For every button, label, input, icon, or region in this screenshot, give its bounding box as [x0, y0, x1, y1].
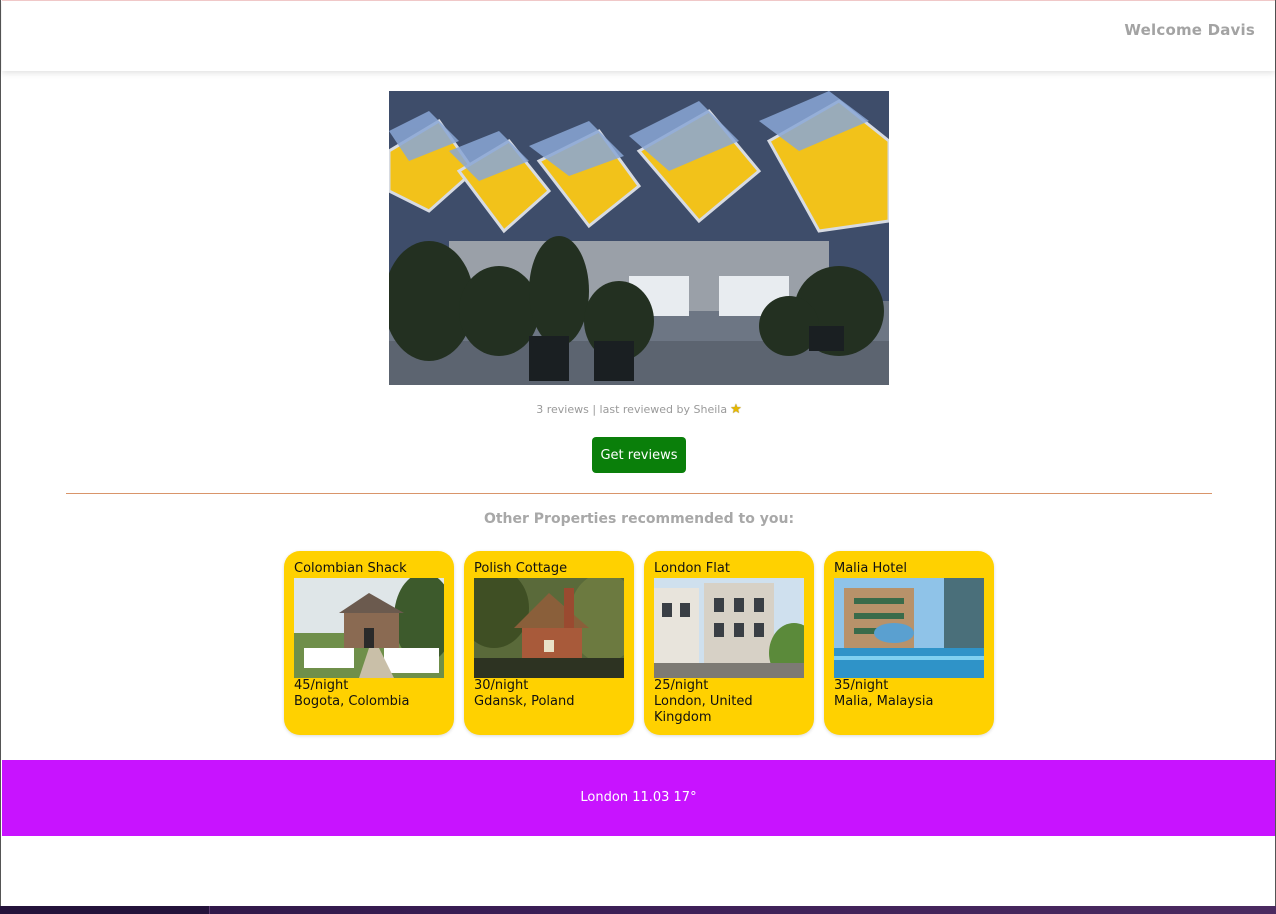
property-card-colombian-shack[interactable]: Colombian Shack 45/night Bogota, Colombi…: [284, 551, 454, 735]
star-icon: ★: [730, 402, 742, 417]
recommendation-cards: Colombian Shack 45/night Bogota, Colombi…: [284, 551, 994, 735]
property-card-price: 45/night: [294, 678, 349, 693]
taskbar-start-area[interactable]: [0, 906, 210, 914]
reviews-summary: 3 reviews | last reviewed by Sheila ★: [1, 402, 1276, 417]
property-hero-image: [389, 91, 889, 385]
property-card-price: 25/night: [654, 678, 709, 693]
property-card-name: London Flat: [654, 561, 730, 576]
weather-footer: London 11.03 17°: [2, 760, 1275, 836]
property-thumbnail: [834, 578, 984, 678]
os-taskbar: [0, 906, 1276, 914]
property-card-location: Malia, Malaysia: [834, 694, 934, 709]
property-card-price: 35/night: [834, 678, 889, 693]
property-card-name: Colombian Shack: [294, 561, 407, 576]
property-card-location: Gdansk, Poland: [474, 694, 575, 709]
reviews-summary-text: 3 reviews | last reviewed by Sheila: [536, 403, 728, 416]
property-card-polish-cottage[interactable]: Polish Cottage 30/night Gdansk, Poland: [464, 551, 634, 735]
welcome-message: Welcome Davis: [1124, 21, 1255, 39]
property-card-malia-hotel[interactable]: Malia Hotel 35/night Malia, Malaysia: [824, 551, 994, 735]
get-reviews-button[interactable]: Get reviews: [592, 437, 686, 473]
property-card-location: Bogota, Colombia: [294, 694, 410, 709]
property-card-price: 30/night: [474, 678, 529, 693]
property-card-london-flat[interactable]: London Flat 25/night London, United King: [644, 551, 814, 735]
property-thumbnail: [294, 578, 444, 678]
property-thumbnail: [654, 578, 804, 678]
property-card-name: Polish Cottage: [474, 561, 568, 576]
property-card-name: Malia Hotel: [834, 561, 907, 576]
section-divider: [66, 493, 1212, 494]
browser-window: Welcome Davis 3 reviews | last reviewed …: [0, 0, 1276, 906]
recommendations-heading: Other Properties recommended to you:: [483, 511, 795, 527]
weather-text: London 11.03 17°: [580, 790, 697, 805]
top-header: Welcome Davis: [2, 0, 1275, 71]
property-card-location: London, United Kingdom: [654, 694, 753, 725]
property-thumbnail: [474, 578, 624, 678]
